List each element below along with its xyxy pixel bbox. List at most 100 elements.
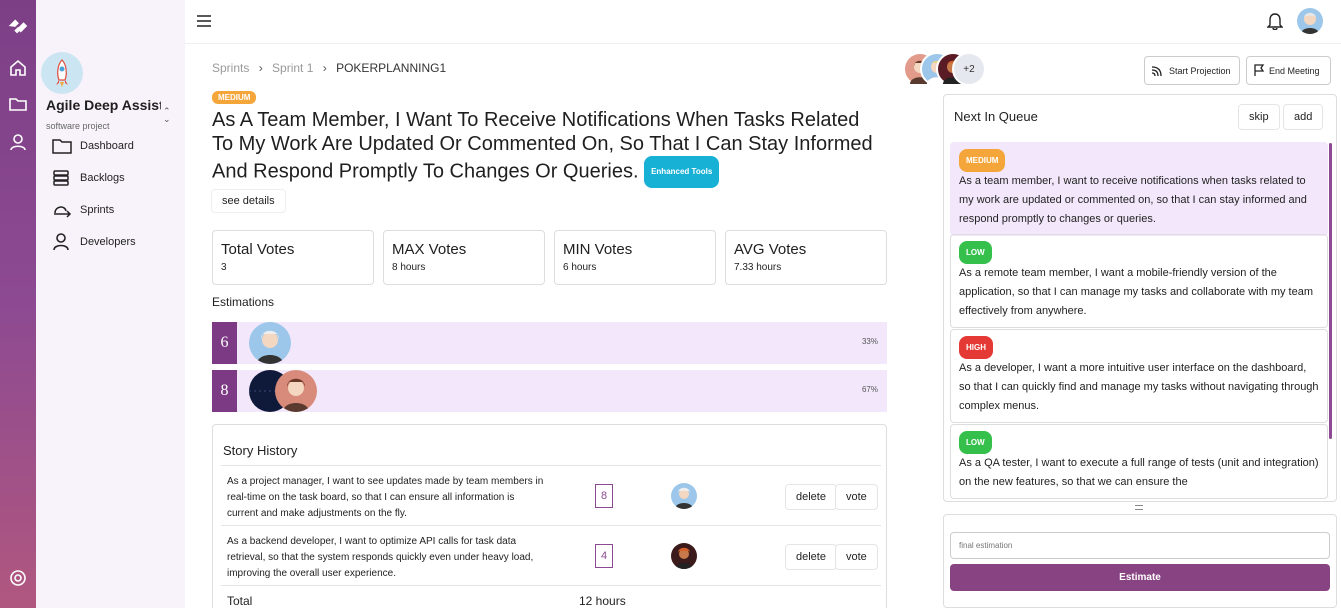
chevron-right-icon: › xyxy=(258,61,263,75)
stat-label: MAX Votes xyxy=(392,241,467,258)
start-projection-button[interactable]: Start Projection xyxy=(1144,56,1240,85)
estimation-row: 6 33% xyxy=(212,322,887,364)
queue-item-text: As a remote team member, I want a mobile… xyxy=(959,267,1314,317)
breadcrumb: Sprints › Sprint 1 › POKERPLANNING1 xyxy=(212,61,446,75)
end-meeting-label: End Meeting xyxy=(1269,65,1320,76)
stat-max-votes: MAX Votes 8 hours xyxy=(383,230,545,285)
queue-scrollbar[interactable] xyxy=(1329,143,1332,439)
queue-item[interactable]: MEDIUM As a team member, I want to recei… xyxy=(950,142,1328,236)
stat-value: 8 hours xyxy=(392,262,426,273)
stat-value: 6 hours xyxy=(563,262,597,273)
queue-priority-badge: MEDIUM xyxy=(959,149,1006,172)
estimate-button[interactable]: Estimate xyxy=(950,564,1330,591)
queue-item-text: As a team member, I want to receive noti… xyxy=(959,175,1307,225)
sprint-arrow-icon xyxy=(54,206,72,218)
settings-icon[interactable] xyxy=(6,566,30,590)
folder-icon[interactable] xyxy=(6,92,30,116)
estimation-row: 8 67% xyxy=(212,370,887,412)
stat-min-votes: MIN Votes 6 hours xyxy=(554,230,716,285)
sidebar-item-developers[interactable]: Developers xyxy=(52,233,136,251)
stat-label: MIN Votes xyxy=(563,241,633,258)
history-points: 4 xyxy=(595,544,613,568)
sidebar-item-backlogs[interactable]: Backlogs xyxy=(52,169,125,187)
final-estimation-input[interactable]: final estimation xyxy=(950,532,1330,559)
history-total-row: Total 12 hours xyxy=(221,585,881,608)
story-tag: Enhanced Tools xyxy=(644,156,720,188)
queue-item[interactable]: LOW As a QA tester, I want to execute a … xyxy=(950,424,1328,499)
stat-label: AVG Votes xyxy=(734,241,807,258)
stat-total-votes: Total Votes 3 xyxy=(212,230,374,285)
estimation-value: 8 xyxy=(212,370,237,412)
history-story-text: As a backend developer, I want to optimi… xyxy=(227,536,534,579)
add-button[interactable]: add xyxy=(1283,104,1324,130)
queue-item-text: As a developer, I want a more intuitive … xyxy=(959,362,1319,412)
breadcrumb-sprints[interactable]: Sprints xyxy=(212,61,249,75)
start-projection-label: Start Projection xyxy=(1169,65,1231,76)
end-meeting-button[interactable]: End Meeting xyxy=(1246,56,1331,85)
voter-avatar xyxy=(275,370,317,412)
stack-icon xyxy=(53,170,69,186)
story-title: As A Team Member, I Want To Receive Noti… xyxy=(212,108,882,188)
logo-icon[interactable] xyxy=(6,14,30,38)
estimate-panel: final estimation Estimate xyxy=(943,514,1337,608)
stat-avg-votes: AVG Votes 7.33 hours xyxy=(725,230,887,285)
estimations-heading: Estimations xyxy=(212,295,275,309)
sidebar-item-dashboard[interactable]: Dashboard xyxy=(52,137,134,155)
estimation-percent: 67% xyxy=(861,385,878,394)
queue-heading: Next In Queue xyxy=(954,109,1038,124)
breadcrumb-sprint[interactable]: Sprint 1 xyxy=(272,61,313,75)
history-row: As a project manager, I want to see upda… xyxy=(221,465,881,525)
bell-icon[interactable] xyxy=(1266,12,1284,35)
queue-item[interactable]: LOW As a remote team member, I want a mo… xyxy=(950,234,1328,328)
vote-button[interactable]: vote xyxy=(835,484,878,510)
user-icon xyxy=(53,233,69,251)
resize-handle-icon[interactable] xyxy=(1135,505,1143,510)
skip-button[interactable]: skip xyxy=(1238,104,1280,130)
estimation-value: 6 xyxy=(212,322,237,364)
stat-value: 3 xyxy=(221,262,227,273)
icon-rail xyxy=(0,0,36,608)
rocket-icon xyxy=(56,59,68,87)
user-avatar[interactable] xyxy=(1297,8,1323,34)
story-title-text: As A Team Member, I Want To Receive Noti… xyxy=(212,109,873,183)
history-voter-avatar xyxy=(671,543,697,569)
participant-more-badge[interactable]: +2 xyxy=(952,52,986,86)
cast-icon xyxy=(1151,65,1162,76)
sidebar-item-label: Backlogs xyxy=(80,172,125,184)
history-total-label: Total xyxy=(227,594,253,608)
user-icon[interactable] xyxy=(6,130,30,154)
history-story-text: As a project manager, I want to see upda… xyxy=(227,476,544,519)
voter-avatar xyxy=(249,322,291,364)
history-total-value: 12 hours xyxy=(579,594,626,608)
chevron-right-icon: › xyxy=(322,61,327,75)
stat-value: 7.33 hours xyxy=(734,262,782,273)
flag-icon xyxy=(1254,64,1265,76)
queue-item-text: As a QA tester, I want to execute a full… xyxy=(959,457,1319,488)
menu-icon[interactable] xyxy=(197,14,211,32)
history-points: 8 xyxy=(595,484,613,508)
see-details-button[interactable]: see details xyxy=(211,189,286,213)
project-avatar xyxy=(41,52,83,94)
story-history-panel: Story History As a project manager, I wa… xyxy=(212,424,887,608)
project-type: software project xyxy=(46,121,110,131)
sidebar-item-label: Dashboard xyxy=(80,140,134,152)
breadcrumb-current: POKERPLANNING1 xyxy=(336,61,447,75)
delete-button[interactable]: delete xyxy=(785,484,837,510)
delete-button[interactable]: delete xyxy=(785,544,837,570)
queue-panel: Next In Queue skip add MEDIUM As a team … xyxy=(943,94,1337,502)
estimation-percent: 33% xyxy=(861,337,878,346)
sidebar-item-sprints[interactable]: Sprints xyxy=(52,201,114,219)
sidebar: Agile Deep Assist... ⌃⌄ software project… xyxy=(36,0,185,608)
folder-icon xyxy=(52,139,72,154)
top-bar xyxy=(185,0,1341,44)
project-name[interactable]: Agile Deep Assist... xyxy=(46,97,161,113)
history-row: As a backend developer, I want to optimi… xyxy=(221,525,881,585)
vote-button[interactable]: vote xyxy=(835,544,878,570)
queue-priority-badge: LOW xyxy=(959,241,992,264)
queue-priority-badge: HIGH xyxy=(959,336,993,359)
chevron-updown-icon[interactable]: ⌃ ⌄ xyxy=(163,107,171,124)
home-icon[interactable] xyxy=(6,56,30,80)
queue-item[interactable]: HIGH As a developer, I want a more intui… xyxy=(950,329,1328,423)
priority-badge: MEDIUM xyxy=(212,91,257,104)
story-history-heading: Story History xyxy=(223,443,298,458)
